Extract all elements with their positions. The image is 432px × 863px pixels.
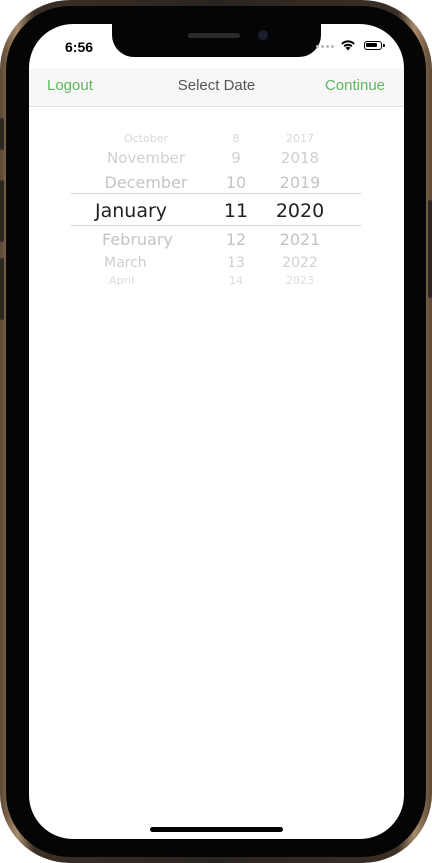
selected-month[interactable]: January	[81, 200, 211, 222]
wheel-item[interactable]: February	[81, 230, 211, 249]
wheel-item[interactable]: 8	[215, 132, 257, 145]
year-wheel[interactable]: 2017 2018 2019 2020 2021 2022 2023	[269, 124, 331, 294]
speaker	[188, 33, 240, 38]
wheel-item[interactable]: 2017	[269, 132, 331, 145]
wheel-item[interactable]: 12	[215, 230, 257, 249]
navigation-bar: Logout Select Date Continue	[29, 68, 404, 107]
wifi-icon	[341, 40, 355, 51]
wheel-item[interactable]: December	[81, 173, 211, 192]
date-picker[interactable]: October November December January Februa…	[29, 124, 404, 294]
mute-switch	[0, 118, 4, 150]
front-camera	[258, 30, 268, 40]
continue-button[interactable]: Continue	[325, 77, 385, 94]
wheel-item[interactable]: 2023	[269, 274, 331, 287]
wheel-item[interactable]: October	[81, 132, 211, 145]
wheel-item[interactable]: 9	[215, 149, 257, 167]
wheel-item[interactable]: November	[81, 149, 211, 167]
wheel-item[interactable]: 2022	[269, 255, 331, 271]
wheel-item[interactable]: 2018	[269, 149, 331, 167]
power-button	[428, 200, 432, 298]
cellular-signal-icon	[316, 45, 336, 48]
home-indicator[interactable]	[150, 827, 283, 832]
day-wheel[interactable]: 8 9 10 11 12 13 14	[215, 124, 257, 294]
wheel-item[interactable]: 14	[215, 274, 257, 287]
volume-up-button	[0, 180, 4, 242]
status-indicators	[314, 39, 385, 53]
wheel-item[interactable]: 2021	[269, 230, 331, 249]
month-wheel[interactable]: October November December January Februa…	[81, 124, 211, 294]
selected-year[interactable]: 2020	[269, 200, 331, 222]
wheel-item[interactable]: 13	[215, 255, 257, 271]
wheel-item[interactable]: March	[81, 255, 211, 271]
screen: 6:56 Logout Select Date Continue October…	[29, 24, 404, 839]
volume-down-button	[0, 258, 4, 320]
wheel-item[interactable]: April	[81, 274, 211, 287]
phone-frame: 6:56 Logout Select Date Continue October…	[0, 0, 432, 863]
wheel-item[interactable]: 10	[215, 173, 257, 192]
wheel-item[interactable]: 2019	[269, 173, 331, 192]
notch	[112, 24, 321, 57]
status-time: 6:56	[65, 39, 94, 55]
battery-icon	[364, 41, 385, 50]
selected-day[interactable]: 11	[215, 200, 257, 222]
